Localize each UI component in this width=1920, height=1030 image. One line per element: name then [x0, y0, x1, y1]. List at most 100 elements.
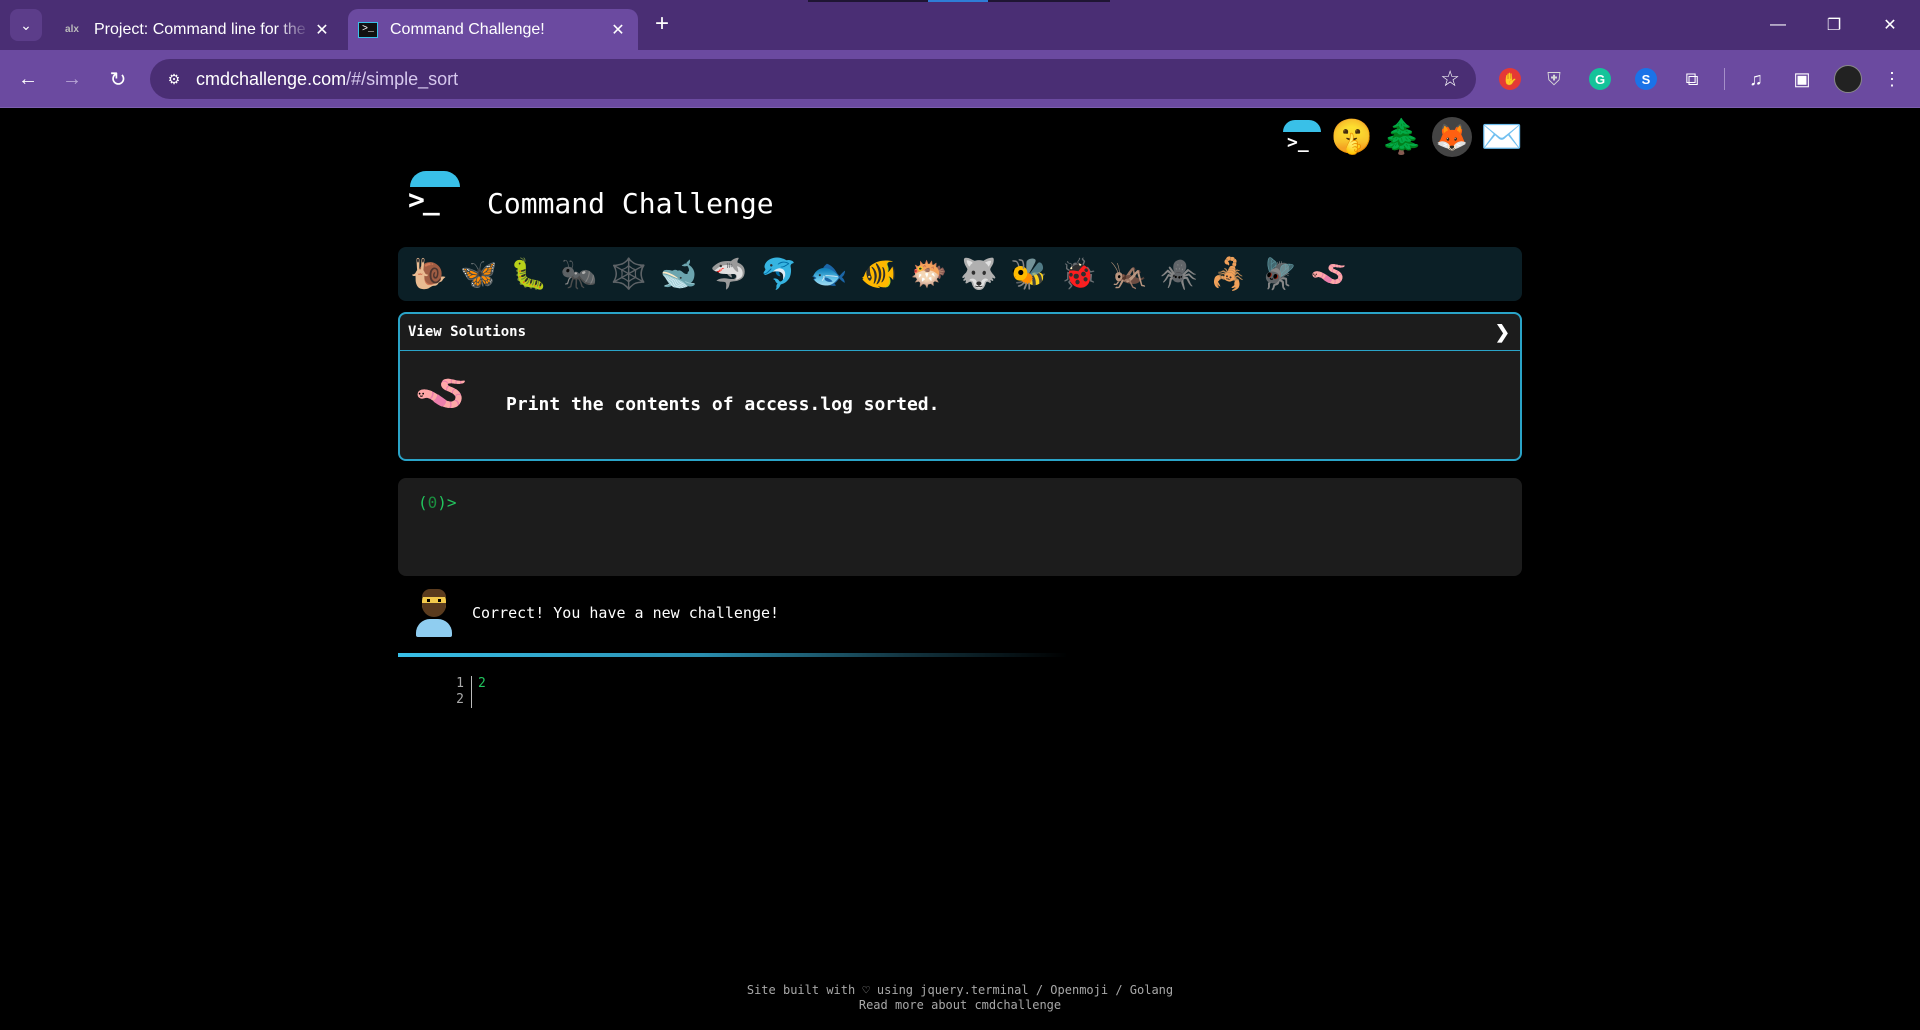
caterpillar-icon[interactable]: 🐛 — [504, 249, 554, 299]
avatar-beard — [422, 603, 446, 617]
footer-read-more-link[interactable]: Read more about cmdchallenge — [0, 998, 1920, 1013]
prompt-open: ( — [418, 493, 428, 512]
butterfly-icon[interactable]: 🦋 — [454, 249, 504, 299]
mail-link[interactable]: ✉️ — [1478, 113, 1526, 161]
side-panel-icon[interactable]: ▣ — [1786, 63, 1818, 95]
ant-icon[interactable]: 🐜 — [554, 249, 604, 299]
scorpion-icon[interactable]: 🦂 — [1204, 249, 1254, 299]
challenge-body: 🪱 Print the contents of access.log sorte… — [400, 351, 1520, 459]
bearded-person-icon — [412, 587, 456, 639]
hand-icon: ✋ — [1499, 68, 1521, 90]
back-button[interactable]: ← — [12, 63, 44, 95]
shark-icon[interactable]: 🦈 — [704, 249, 754, 299]
prompt-close: )> — [437, 493, 457, 512]
media-controls-icon[interactable]: ♫ — [1740, 63, 1772, 95]
terminal-prompt: (0)> — [418, 493, 457, 512]
shield-extension-icon[interactable]: ⛨ — [1538, 63, 1570, 95]
restore-button[interactable]: ❐ — [1806, 0, 1862, 50]
terminal-link[interactable]: >_ — [1278, 113, 1326, 161]
challenge-description: Print the contents of access.log sorted. — [506, 394, 940, 415]
address-bar[interactable]: ⚙ cmdchallenge.com/#/simple_sort ☆ — [150, 59, 1476, 99]
tab-command-challenge[interactable]: >_ Command Challenge! ✕ — [348, 9, 638, 50]
view-solutions-label: View Solutions — [408, 324, 527, 340]
feedback-message: Correct! You have a new challenge! — [398, 587, 1098, 647]
worm-icon[interactable]: 🪱 — [1304, 249, 1354, 299]
page-title: Command Challenge — [487, 187, 774, 220]
alx-favicon-icon: alx — [65, 24, 79, 35]
browser-tab-bar: ⌄ alx Project: Command line for the w ✕ … — [0, 0, 1920, 50]
toolbar-divider — [1724, 68, 1725, 90]
output-lines: 2 — [478, 676, 486, 691]
snail-icon[interactable]: 🐌 — [404, 249, 454, 299]
gitlab-icon: 🦊 — [1432, 117, 1472, 157]
site-logo[interactable]: >_ — [408, 171, 462, 221]
browser-toolbar: ← → ↻ ⚙ cmdchallenge.com/#/simple_sort ☆… — [0, 50, 1920, 108]
tab-project[interactable]: alx Project: Command line for the w ✕ — [52, 9, 342, 50]
bee-icon[interactable]: 🐝 — [1004, 249, 1054, 299]
shazam-icon[interactable]: S — [1630, 63, 1662, 95]
top-links: >_ 🤫 🌲 🦊 ✉️ — [1276, 113, 1526, 161]
command-output: 1 2 2 — [440, 676, 640, 716]
url-path: /#/simple_sort — [346, 69, 459, 89]
tab-title: Command Challenge! — [390, 20, 545, 38]
avatar-hair — [422, 589, 446, 597]
dolphin-icon[interactable]: 🐬 — [754, 249, 804, 299]
close-window-button[interactable]: ✕ — [1862, 0, 1918, 50]
fly-icon[interactable]: 🪰 — [1254, 249, 1304, 299]
challenge-card: View Solutions ❯ 🪱 Print the contents of… — [398, 312, 1522, 461]
ladybug-icon[interactable]: 🐞 — [1054, 249, 1104, 299]
chevron-down-icon: ⌄ — [20, 16, 32, 33]
tree-link[interactable]: 🌲 — [1378, 113, 1426, 161]
tab-title: Project: Command line for the w — [94, 20, 310, 38]
feedback-text: Correct! You have a new challenge! — [472, 604, 780, 622]
site-settings-icon[interactable]: ⚙ — [160, 65, 188, 93]
chevron-right-icon[interactable]: ❯ — [1495, 322, 1510, 343]
url-text[interactable]: cmdchallenge.com/#/simple_sort — [196, 69, 458, 90]
spider-web-icon[interactable]: 🕸️ — [604, 249, 654, 299]
terminal-favicon-icon: >_ — [358, 21, 378, 38]
tropical-fish-icon[interactable]: 🐠 — [854, 249, 904, 299]
tab-search-button[interactable]: ⌄ — [10, 9, 42, 41]
terminal-logo-icon: >_ — [1283, 120, 1321, 154]
url-domain: cmdchallenge.com — [196, 69, 347, 89]
worm-icon: 🪱 — [414, 369, 469, 418]
grammarly-icon[interactable]: G — [1584, 63, 1616, 95]
grammarly-g-icon: G — [1589, 68, 1611, 90]
blowfish-icon[interactable]: 🐡 — [904, 249, 954, 299]
footer: Site built with ♡ using jquery.terminal … — [0, 983, 1920, 1013]
whale-icon[interactable]: 🐋 — [654, 249, 704, 299]
progress-divider — [398, 653, 1068, 657]
cricket-icon[interactable]: 🦗 — [1104, 249, 1154, 299]
fish-icon[interactable]: 🐟 — [804, 249, 854, 299]
gitlab-link[interactable]: 🦊 — [1428, 113, 1476, 161]
challenge-icon-bar: 🐌 🦋 🐛 🐜 🕸️ 🐋 🦈 🐬 🐟 🐠 🐡 🐺 🐝 🐞 🦗 🕷️ 🦂 🪰 🪱 — [398, 247, 1522, 301]
view-solutions-header[interactable]: View Solutions ❯ — [400, 314, 1520, 351]
footer-credits[interactable]: Site built with ♡ using jquery.terminal … — [0, 983, 1920, 998]
shushing-face-link[interactable]: 🤫 — [1328, 113, 1376, 161]
top-strip — [808, 0, 1110, 2]
spider-icon[interactable]: 🕷️ — [1154, 249, 1204, 299]
minimize-button[interactable]: — — [1750, 0, 1806, 50]
page-content: >_ 🤫 🌲 🦊 ✉️ >_ Command Challenge 🐌 🦋 🐛 🐜… — [0, 109, 1920, 1030]
bookmark-star-icon[interactable]: ☆ — [1440, 66, 1460, 92]
terminal-logo-arc — [1283, 120, 1321, 132]
gutter-divider — [471, 676, 472, 708]
more-menu-icon[interactable]: ⋮ — [1876, 63, 1908, 95]
avatar-body — [416, 619, 452, 637]
line-numbers: 1 2 — [456, 676, 464, 707]
wolf-icon[interactable]: 🐺 — [954, 249, 1004, 299]
top-strip-segment — [928, 0, 988, 2]
close-tab-icon[interactable]: ✕ — [310, 20, 334, 40]
close-tab-icon[interactable]: ✕ — [606, 20, 630, 40]
forward-button[interactable]: → — [56, 63, 88, 95]
terminal-input[interactable]: (0)> — [398, 478, 1522, 576]
logo-glyph: >_ — [408, 183, 440, 216]
shazam-s-icon: S — [1635, 68, 1657, 90]
profile-avatar[interactable] — [1834, 65, 1862, 93]
extension-red-icon[interactable]: ✋ — [1494, 63, 1526, 95]
reload-button[interactable]: ↻ — [102, 63, 134, 95]
avatar-eyes — [427, 599, 441, 602]
extensions-puzzle-icon[interactable]: ⧉ — [1676, 63, 1708, 95]
new-tab-button[interactable]: + — [648, 10, 676, 38]
terminal-logo-glyph: >_ — [1287, 132, 1309, 153]
